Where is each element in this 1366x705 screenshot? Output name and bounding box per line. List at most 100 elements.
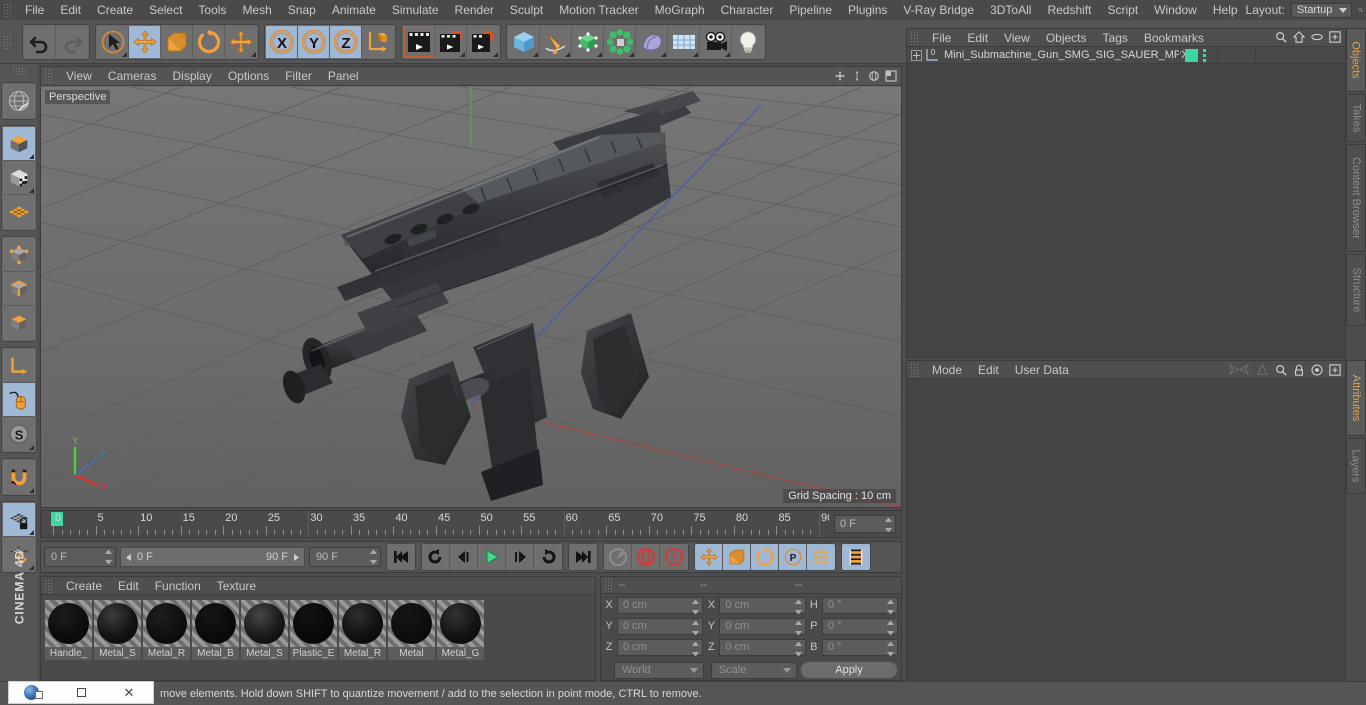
menu-edit[interactable]: Edit xyxy=(52,0,89,20)
material-manager-gripper[interactable] xyxy=(44,578,54,593)
home-icon[interactable] xyxy=(1293,31,1305,43)
coord-spinner-icon[interactable] xyxy=(887,599,894,614)
material-preview[interactable] xyxy=(45,600,92,647)
viewport-menu-display[interactable]: Display xyxy=(164,66,219,86)
enable-axis-modification-button[interactable] xyxy=(3,383,35,417)
coord-spinner-icon[interactable] xyxy=(794,641,802,656)
go-to-previous-frame-button[interactable] xyxy=(450,544,478,570)
attribute-menu-user-data[interactable]: User Data xyxy=(1007,360,1077,380)
current-frame-field[interactable]: 0 F xyxy=(44,547,116,567)
maximize-button[interactable] xyxy=(57,681,105,704)
viewport-gripper[interactable] xyxy=(44,69,54,83)
timeline-ruler[interactable]: 0 5 10 15 20 25 30 35 40 45 50 55 60 65 70 75 80 85 90 xyxy=(41,511,829,537)
viewport-menu-filter[interactable]: Filter xyxy=(277,66,320,86)
object-manager-gripper[interactable] xyxy=(910,30,920,45)
add-generator-object-button[interactable] xyxy=(572,25,604,58)
material-menu-texture[interactable]: Texture xyxy=(209,576,264,596)
menu-pipeline[interactable]: Pipeline xyxy=(781,0,840,20)
coord-input-rotation-h[interactable]: 0 ° xyxy=(821,596,898,614)
viewport-menu-panel[interactable]: Panel xyxy=(320,66,367,86)
material-item[interactable]: Metal_S xyxy=(94,600,141,660)
material-tag-icon[interactable] xyxy=(1185,48,1198,62)
object-menu-objects[interactable]: Objects xyxy=(1038,28,1095,48)
coord-input-rotation-b[interactable]: 0 ° xyxy=(821,638,898,656)
material-preview[interactable] xyxy=(388,600,435,647)
object-visibility-column[interactable] xyxy=(1217,47,1255,63)
object-axis-mode-button[interactable] xyxy=(3,349,35,383)
go-to-next-keyframe-button[interactable] xyxy=(534,544,562,570)
tab-content-browser[interactable]: Content Browser xyxy=(1346,144,1366,252)
menu-window[interactable]: Window xyxy=(1146,0,1205,20)
search-icon[interactable] xyxy=(1275,31,1287,43)
coordinate-manager-gripper[interactable] xyxy=(604,578,614,592)
menu-redshift[interactable]: Redshift xyxy=(1039,0,1099,20)
menu-motion-tracker[interactable]: Motion Tracker xyxy=(551,0,646,20)
keyframe-selection-button[interactable]: ? xyxy=(660,544,688,570)
layout-select[interactable]: Startup xyxy=(1290,2,1352,18)
coord-spinner-icon[interactable] xyxy=(794,599,802,614)
material-item[interactable]: Handle_ xyxy=(45,600,92,660)
add-panel-icon[interactable] xyxy=(1329,31,1341,43)
material-preview[interactable] xyxy=(437,600,484,647)
add-deformer-object-button[interactable] xyxy=(636,25,668,58)
undo-button[interactable] xyxy=(24,25,56,58)
coord-input-position-z[interactable]: 0 cm xyxy=(617,638,704,656)
timeline-toggle-button[interactable] xyxy=(842,544,870,570)
material-item[interactable]: Metal_R xyxy=(143,600,190,660)
coord-spinner-icon[interactable] xyxy=(692,599,700,614)
move-tool[interactable] xyxy=(129,25,161,58)
tab-layers[interactable]: Layers xyxy=(1346,438,1366,494)
material-menu-create[interactable]: Create xyxy=(58,576,110,596)
polygons-component-button[interactable] xyxy=(3,306,35,340)
tab-objects[interactable]: Objects xyxy=(1346,28,1366,92)
menubar-gripper[interactable] xyxy=(3,3,13,17)
position-key-button[interactable] xyxy=(695,544,723,570)
move-tool-alt[interactable] xyxy=(225,25,257,58)
current-frame-display[interactable]: 0 F xyxy=(834,515,896,533)
soft-selection-button[interactable]: S xyxy=(3,417,35,451)
go-to-end-button[interactable] xyxy=(569,544,597,570)
material-item[interactable]: Metal_R xyxy=(339,600,386,660)
parameter-key-button[interactable]: P xyxy=(779,544,807,570)
menu-animate[interactable]: Animate xyxy=(324,0,384,20)
viewport-menu-view[interactable]: View xyxy=(58,66,100,86)
redo-button[interactable] xyxy=(56,25,88,58)
search-icon[interactable] xyxy=(1275,364,1287,376)
autokeying-button[interactable] xyxy=(632,544,660,570)
render-view-button[interactable] xyxy=(403,25,435,58)
object-manager-row[interactable]: 0 Mini_Submachine_Gun_SMG_SIG_SAUER_MPX xyxy=(907,47,1345,64)
object-tag-column[interactable] xyxy=(1179,47,1217,63)
coord-input-size-z[interactable]: 0 cm xyxy=(719,638,806,656)
menu-help[interactable]: Help xyxy=(1205,0,1246,20)
tag-dots-icon[interactable] xyxy=(1203,48,1206,62)
add-cube-object-button[interactable] xyxy=(508,25,540,58)
add-light-object-button[interactable] xyxy=(732,25,764,58)
menu-file[interactable]: File xyxy=(17,0,52,20)
menu-create[interactable]: Create xyxy=(89,0,141,20)
search-icon[interactable] xyxy=(1358,3,1363,17)
menu-plugins[interactable]: Plugins xyxy=(840,0,895,20)
pan-view-icon[interactable] xyxy=(834,70,846,82)
material-preview[interactable] xyxy=(143,600,190,647)
play-forwards-button[interactable] xyxy=(478,544,506,570)
viewport-menu-options[interactable]: Options xyxy=(220,66,277,86)
material-item[interactable]: Plastic_E xyxy=(290,600,337,660)
object-menu-view[interactable]: View xyxy=(996,28,1038,48)
coord-input-position-y[interactable]: 0 cm xyxy=(617,617,704,635)
live-selection-tool[interactable] xyxy=(97,25,129,58)
menu-mograph[interactable]: MoGraph xyxy=(647,0,713,20)
texture-mode-button[interactable] xyxy=(3,161,35,195)
rotate-tool[interactable] xyxy=(193,25,225,58)
menu-mesh[interactable]: Mesh xyxy=(234,0,279,20)
material-item[interactable]: Metal xyxy=(388,600,435,660)
coord-input-position-x[interactable]: 0 cm xyxy=(617,596,704,614)
range-left-arrow-icon[interactable] xyxy=(124,553,133,562)
coord-input-rotation-p[interactable]: 0 ° xyxy=(821,617,898,635)
menu-render[interactable]: Render xyxy=(447,0,502,20)
record-active-objects-button[interactable] xyxy=(604,544,632,570)
menu-tools[interactable]: Tools xyxy=(190,0,234,20)
axis-x-button[interactable]: X xyxy=(266,25,298,58)
world-coordinate-system-button[interactable] xyxy=(362,25,394,58)
enable-snap-button[interactable] xyxy=(3,460,35,494)
material-preview[interactable] xyxy=(290,600,337,647)
